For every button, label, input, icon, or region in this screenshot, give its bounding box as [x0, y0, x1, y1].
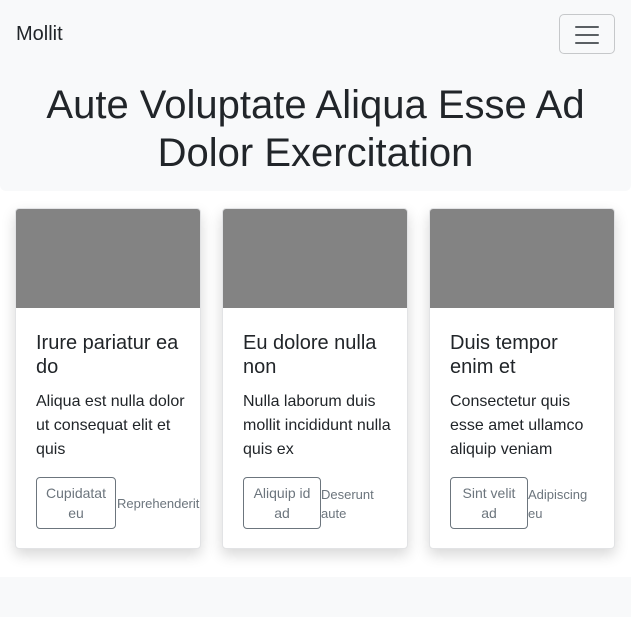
hamburger-icon — [575, 25, 599, 44]
card: Irure pariatur ea do Aliqua est nulla do… — [15, 208, 201, 549]
card-secondary-link[interactable]: Reprehenderit — [117, 494, 200, 513]
card-image-placeholder — [223, 209, 407, 308]
card: Duis tempor enim et Consectetur quis ess… — [429, 208, 615, 549]
hero-section: Aute Voluptate Aliqua Esse Ad Dolor Exer… — [0, 67, 631, 191]
navbar-brand[interactable]: Mollit — [16, 22, 63, 46]
card-primary-button[interactable]: Aliquip id ad — [243, 477, 321, 529]
card-secondary-link[interactable]: Adipiscing eu — [528, 485, 598, 523]
card-text: Consectetur quis esse amet ullamco aliqu… — [450, 393, 584, 458]
card-title: Eu dolore nulla non — [243, 332, 377, 378]
navbar: Mollit — [0, 0, 631, 67]
card-text: Nulla laborum duis mollit incididunt nul… — [243, 393, 391, 458]
footer — [0, 577, 631, 617]
navbar-toggler-button[interactable] — [559, 14, 615, 54]
card-primary-button[interactable]: Cupidatat eu — [36, 477, 116, 529]
hero-title: Aute Voluptate Aliqua Esse Ad Dolor Exer… — [46, 83, 585, 175]
card-image-placeholder — [16, 209, 200, 308]
card: Eu dolore nulla non Nulla laborum duis m… — [222, 208, 408, 549]
card-secondary-link[interactable]: Deserunt aute — [321, 485, 387, 523]
card-title: Duis tempor enim et — [450, 332, 558, 378]
card-title: Irure pariatur ea do — [36, 332, 179, 378]
card-primary-button[interactable]: Sint velit ad — [450, 477, 528, 529]
card-text: Aliqua est nulla dolor ut consequat elit… — [36, 393, 185, 458]
card-image-placeholder — [430, 209, 614, 308]
